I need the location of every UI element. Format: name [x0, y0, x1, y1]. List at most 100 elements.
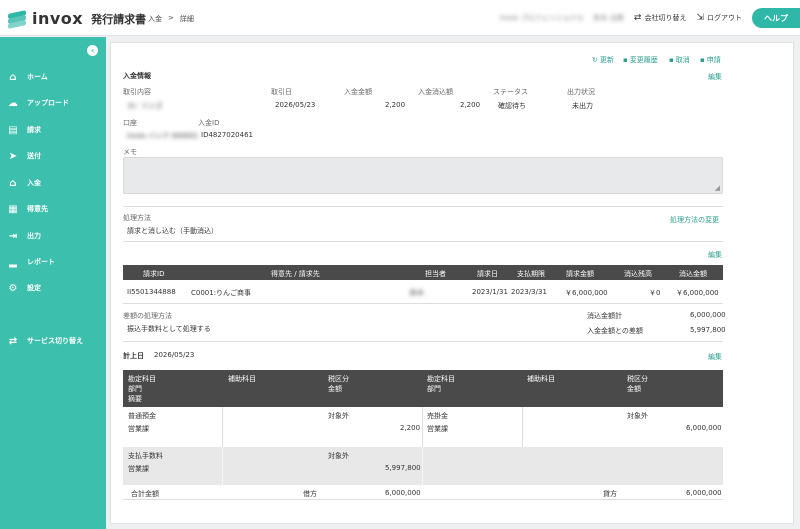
change-processing-link[interactable]: 処理方法の変更: [670, 215, 719, 225]
cleared-value: 2,200: [460, 101, 481, 109]
logout-label: ログアウト: [707, 14, 742, 22]
row-invoice-id[interactable]: II5501344888: [127, 288, 176, 296]
debit-dept: 営業課: [128, 465, 149, 473]
sidebar-item-label: 得意先: [27, 205, 48, 213]
header-right: invox プロフェッショナル 鈴木 太郎 ⇄ 会社切り替え ⇲ ログアウト ヘ…: [500, 8, 800, 28]
logo-mark-icon: [8, 9, 26, 29]
column-divider: [422, 407, 423, 447]
sidebar: ‹ ⌂ ホーム ☁ アップロード ▤ 請求 ➤ 送付 ⌂ 入金 ▦ 得意先 ⇥ …: [0, 37, 106, 529]
apply-button[interactable]: ▪ 申請: [700, 55, 721, 65]
debit-total: 6,000,000: [385, 489, 421, 497]
switch-icon: ⇄: [633, 13, 642, 23]
export-icon: ⇥: [8, 230, 18, 242]
building-icon: ▦: [8, 203, 18, 215]
credit-sub-header: 補助科目: [527, 375, 555, 383]
amount-value: 2,200: [385, 101, 406, 109]
logo-subtitle: 発行請求書: [91, 12, 147, 26]
history-label: 変更履歴: [629, 56, 658, 64]
main-panel: ↻ 更新 ▪ 変更履歴 ▪ 取消 ▪ 申請 入金情報 編集 取引内容 取引日 入金金額 …: [110, 42, 794, 524]
row-divider: [123, 303, 723, 304]
cancel-button[interactable]: ▪ 取消: [669, 55, 690, 65]
breadcrumb-separator: >: [168, 14, 174, 22]
apply-label: 申請: [706, 56, 721, 64]
deposit-section-title: 入金情報: [123, 72, 151, 80]
invoice-edit-link[interactable]: 編集: [708, 250, 722, 260]
debit-amount-header: 金額: [328, 385, 342, 393]
column-divider: [222, 407, 223, 447]
label-date: 取引日: [271, 88, 292, 96]
sidebar-item-export[interactable]: ⇥ 出力: [0, 228, 106, 244]
col-invoice-amount: 請求金額: [566, 270, 594, 278]
date-value: 2026/05/23: [275, 101, 316, 109]
label-output: 出力状況: [567, 88, 595, 96]
switch-company-button[interactable]: ⇄ 会社切り替え: [634, 13, 687, 23]
processing-value: 請求と消し込む（手動消込）: [127, 227, 218, 235]
sidebar-item-label: 出力: [27, 232, 41, 240]
col-due-date: 支払期限: [517, 270, 545, 278]
journal-edit-link[interactable]: 編集: [708, 352, 722, 362]
debit-amount: 5,997,800: [385, 464, 421, 472]
sidebar-item-label: ホーム: [27, 73, 48, 81]
col-invoice-id: 請求ID: [143, 270, 165, 278]
sidebar-item-invoice[interactable]: ▤ 請求: [0, 122, 106, 138]
status-value: 確認待ち: [498, 102, 526, 110]
refresh-label: 更新: [599, 56, 614, 64]
sidebar-item-settings[interactable]: ⚙ 設定: [0, 280, 106, 296]
service-switch-button[interactable]: ⇄ サービス切り替え: [0, 333, 106, 349]
history-button[interactable]: ▪ 変更履歴: [623, 55, 658, 65]
trash-icon: ▪: [669, 56, 674, 64]
document-icon: ▪: [700, 56, 705, 64]
debit-tax: 対象外: [328, 452, 349, 460]
deposit-edit-link[interactable]: 編集: [708, 72, 722, 82]
column-divider: [422, 447, 423, 485]
sidebar-item-deposit[interactable]: ⌂ 入金: [0, 175, 106, 191]
credit-account: 売掛金: [427, 412, 448, 420]
breadcrumb-detail: 詳細: [179, 15, 194, 23]
sidebar-item-label: レポート: [27, 258, 55, 266]
posting-date-label: 計上日: [123, 352, 144, 360]
row-divider: [123, 499, 723, 500]
row-remaining: ￥0: [649, 289, 661, 297]
content-value: カ）リンゴ: [127, 102, 162, 110]
document-icon: ▤: [8, 124, 18, 136]
breadcrumb-deposit[interactable]: 入金: [148, 14, 162, 24]
service-switch-label: サービス切り替え: [27, 337, 83, 345]
label-memo: メモ: [123, 148, 137, 156]
label-deposit-id: 入金ID: [198, 119, 220, 127]
credit-account-header: 勘定科目: [427, 375, 455, 383]
sidebar-item-label: 入金: [27, 179, 41, 187]
sidebar-item-send[interactable]: ➤ 送付: [0, 148, 106, 164]
total-cleared-label: 消込金額計: [587, 312, 622, 320]
logo[interactable]: invox 発行請求書: [8, 9, 147, 29]
sidebar-item-report[interactable]: ▂ レポート: [0, 254, 106, 270]
sidebar-item-upload[interactable]: ☁ アップロード: [0, 95, 106, 111]
row-customer: C0001:りんご商事: [191, 289, 252, 297]
bank-icon: ⌂: [9, 177, 17, 189]
breadcrumb: 入金 > 詳細: [148, 14, 194, 24]
label-status: ステータス: [493, 88, 528, 96]
credit-label: 貸方: [603, 490, 617, 498]
gear-icon: ⚙: [8, 282, 18, 294]
cloud-upload-icon: ☁: [8, 97, 18, 109]
sidebar-item-customers[interactable]: ▦ 得意先: [0, 201, 106, 217]
credit-amount: 6,000,000: [686, 424, 722, 432]
home-icon: ⌂: [9, 71, 17, 83]
help-button[interactable]: ヘルプ: [752, 8, 800, 28]
collapse-sidebar-icon[interactable]: ‹: [87, 45, 98, 56]
memo-textarea[interactable]: ◢: [123, 157, 723, 194]
logout-button[interactable]: ⇲ ログアウト: [696, 13, 742, 23]
total-cleared-value: 6,000,000: [690, 311, 726, 319]
total-amount-label: 合計金額: [131, 490, 159, 498]
logout-icon: ⇲: [696, 13, 704, 23]
switch-icon: ⇄: [8, 335, 18, 347]
row-invoice-amount: ￥6,000,000: [565, 289, 608, 297]
send-icon: ➤: [8, 150, 18, 162]
credit-dept: 営業課: [427, 425, 448, 433]
sidebar-item-home[interactable]: ⌂ ホーム: [0, 69, 106, 85]
column-divider: [522, 407, 523, 447]
chart-icon: ▂: [9, 256, 17, 268]
col-invoice-date: 請求日: [477, 270, 498, 278]
refresh-button[interactable]: ↻ 更新: [592, 55, 614, 65]
debit-tax: 対象外: [328, 412, 349, 420]
deposit-id-value: ID4827020461: [201, 131, 253, 139]
